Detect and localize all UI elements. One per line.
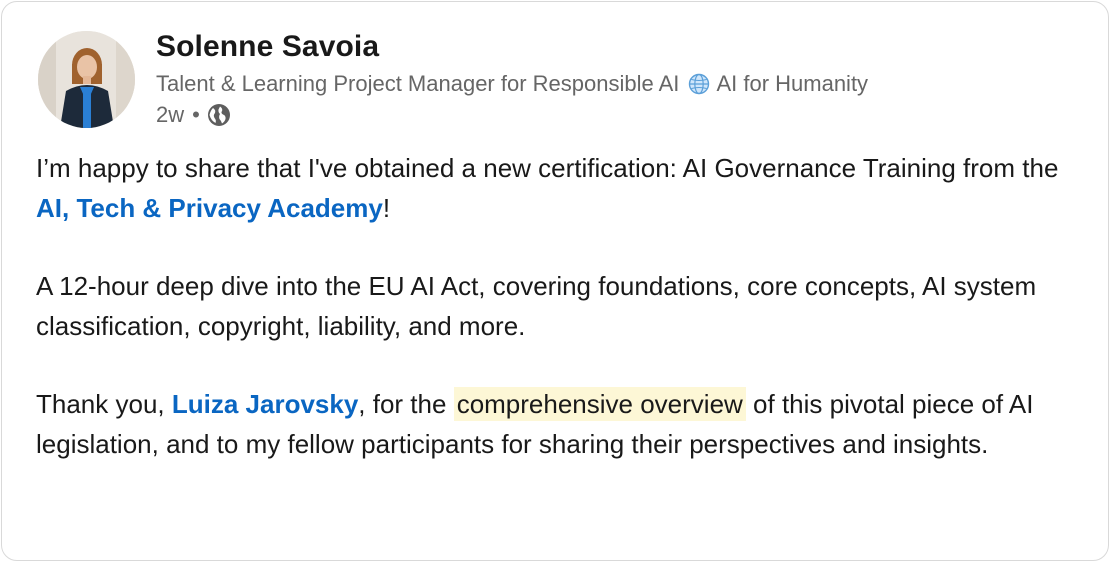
post-paragraph-2: A 12-hour deep dive into the EU AI Act, … [36,271,1037,341]
company-mention-link[interactable]: AI, Tech & Privacy Academy [36,193,383,223]
post-timestamp[interactable]: 2w [156,102,184,128]
avatar-photo [38,31,135,128]
post-paragraph-1: I’m happy to share that I've obtained a … [36,148,1086,228]
author-name[interactable]: Solenne Savoia [156,30,379,64]
post-meta: 2w • [156,102,232,128]
post-card: Solenne Savoia Talent & Learning Project… [1,1,1109,561]
paragraph-text: I’m happy to share that I've obtained a … [36,153,1059,183]
headline-text: Talent & Learning Project Manager for Re… [156,71,680,96]
paragraph-text: ! [382,193,391,223]
post-body: I’m happy to share that I've obtained a … [36,148,1086,502]
paragraph-text: , for the [358,389,454,419]
headline-organization: AI for Humanity [716,71,869,96]
person-mention-link[interactable]: Luiza Jarovsky [172,389,358,419]
paragraph-text: Thank you, [36,389,172,419]
highlighted-text: comprehensive overview [453,387,746,421]
post-paragraph-3: Thank you, Luiza Jarovsky, for the compr… [36,384,1086,464]
globe-emoji-icon [688,73,710,95]
globe-icon [206,102,232,128]
meta-separator: • [192,102,200,127]
author-avatar[interactable] [38,31,135,128]
author-headline: Talent & Learning Project Manager for Re… [156,71,868,97]
